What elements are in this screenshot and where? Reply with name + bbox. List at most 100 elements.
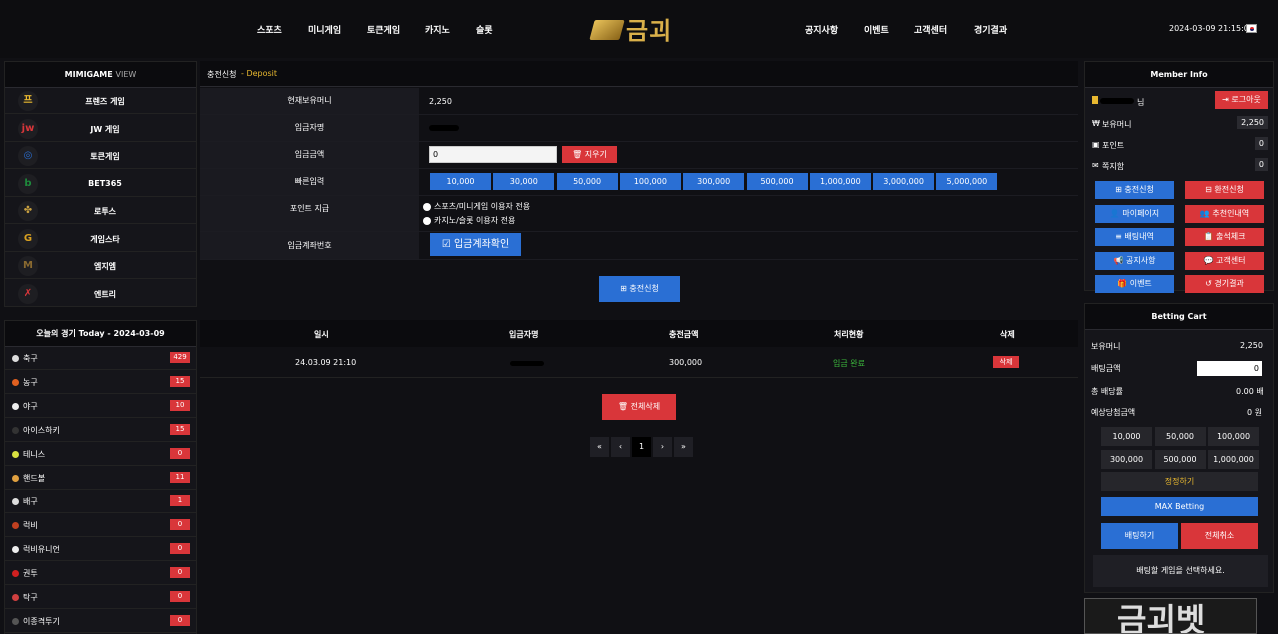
cart-amount-button[interactable]: 10,000 (1101, 427, 1152, 446)
quick-amount-button[interactable]: 100,000 (619, 173, 681, 190)
member-notes-row[interactable]: ✉ 쪽지함 0 (1090, 158, 1270, 174)
member-button-2[interactable]: 👤 마이페이지 (1095, 204, 1174, 223)
point-option-casino[interactable]: 카지노/슬롯 이용자 전용 (423, 215, 515, 226)
sport-item-label: 축구 (23, 354, 38, 363)
cart-amount-button[interactable]: 1,000,000 (1208, 449, 1259, 469)
nav-casino[interactable]: 카지노 (425, 23, 450, 36)
sport-item-1[interactable]: 농구 15 (5, 371, 196, 394)
sport-item-3[interactable]: 아이스하키 15 (5, 419, 196, 442)
row-delete-button[interactable]: 삭제 (993, 356, 1019, 368)
sport-ball-icon (12, 402, 19, 410)
game-item-6[interactable]: M 엠지엠 (5, 253, 196, 279)
depositor-row: 입금자명 (200, 115, 1078, 142)
member-button-9[interactable]: ↺ 경기결과 (1185, 275, 1264, 293)
header-date: 일시 (314, 330, 329, 339)
korea-flag-icon[interactable] (1246, 24, 1257, 33)
cart-amount-button[interactable]: 50,000 (1154, 427, 1206, 446)
nav-sports[interactable]: 스포츠 (257, 23, 282, 36)
member-button-1[interactable]: ⊟ 환전신청 (1185, 181, 1264, 199)
nav-notice[interactable]: 공지사항 (805, 23, 838, 36)
quick-amount-button[interactable]: 10,000 (430, 173, 491, 190)
nav-slot[interactable]: 슬롯 (476, 23, 493, 36)
panel-title-suffix: VIEW (115, 70, 137, 79)
plus-square-icon: ⊞ (620, 284, 627, 293)
member-point-row: ▣ 포인트 0 (1090, 137, 1270, 153)
member-btn-icon-2: 👤 (1109, 208, 1123, 218)
nav-results[interactable]: 경기결과 (974, 23, 1007, 36)
sport-item-0[interactable]: 축구 429 (5, 347, 196, 370)
page-button-3[interactable]: › (653, 437, 672, 457)
game-item-label: 게임스타 (90, 234, 120, 244)
row-depositor-redacted (510, 361, 544, 366)
member-button-6[interactable]: 📢 공지사항 (1095, 251, 1174, 270)
sport-item-2[interactable]: 야구 10 (5, 395, 196, 418)
page-button-1[interactable]: ‹ (611, 437, 630, 457)
sport-item-label: 탁구 (23, 593, 38, 602)
sport-item-7[interactable]: 럭비 0 (5, 514, 196, 538)
member-button-5[interactable]: 📋 출석체크 (1185, 228, 1264, 246)
delete-all-button[interactable]: 🗑 전체삭제 (602, 394, 676, 420)
cancel-all-button[interactable]: 전체취소 (1181, 523, 1258, 549)
radio-icon[interactable] (423, 202, 431, 211)
game-item-2[interactable]: ◎ 토큰게임 (5, 143, 196, 169)
sport-item-label: 농구 (23, 377, 38, 387)
game-item-label: 엠지엠 (93, 262, 117, 271)
game-item-3[interactable]: b BET365 (5, 171, 196, 197)
game-item-5[interactable]: G 게임스타 (5, 226, 196, 252)
place-bet-button[interactable]: 배팅하기 (1101, 523, 1178, 549)
logout-button[interactable]: ⇥ 로그아웃 (1215, 91, 1268, 109)
max-betting-button[interactable]: MAX Betting (1101, 497, 1258, 516)
member-button-8[interactable]: 🎁 이벤트 (1095, 275, 1174, 293)
nav-token-game[interactable]: 토큰게임 (367, 23, 400, 36)
sport-item-4[interactable]: 테니스 0 (5, 443, 196, 466)
quick-amount-button[interactable]: 50,000 (556, 173, 618, 190)
radio-icon[interactable] (423, 216, 431, 225)
clear-button[interactable]: 🗑 지우기 (562, 146, 617, 163)
promo-banner[interactable]: 금괴벳 (1084, 598, 1257, 634)
member-button-4[interactable]: ≡ 배팅내역 (1095, 228, 1174, 246)
sport-item-9[interactable]: 권투 0 (5, 562, 196, 586)
quick-amount-button[interactable]: 3,000,000 (873, 173, 935, 190)
breadcrumb-sub: - Deposit (241, 69, 278, 78)
balance-value: 2,250 (429, 97, 452, 106)
quick-amount-button[interactable]: 300,000 (683, 173, 745, 190)
game-item-1[interactable]: jw JW 게임 (5, 116, 196, 142)
nav-customer-center[interactable]: 고객센터 (914, 23, 947, 36)
cart-reset-button[interactable]: 정정하기 (1101, 472, 1258, 491)
game-item-4[interactable]: ✤ 로투스 (5, 198, 196, 224)
account-check-button[interactable]: ☑ 입금계좌확인 (430, 233, 521, 256)
submit-deposit-button[interactable]: ⊞ 충전신청 (599, 276, 680, 302)
sport-item-label: 이종격투기 (23, 616, 60, 626)
sport-item-5[interactable]: 핸드볼 11 (5, 467, 196, 490)
point-option-sports[interactable]: 스포츠/미니게임 이용자 전용 (423, 201, 530, 212)
nav-event[interactable]: 이벤트 (864, 23, 889, 36)
cart-amount-button[interactable]: 300,000 (1101, 449, 1152, 469)
sport-item-6[interactable]: 배구 1 (5, 490, 196, 514)
amount-label: 입금금액 (200, 142, 419, 168)
site-logo[interactable]: 금괴 (589, 12, 692, 45)
page-button-2[interactable]: 1 (632, 437, 651, 457)
cart-amount-button[interactable]: 500,000 (1154, 449, 1206, 469)
nav-minigame[interactable]: 미니게임 (308, 23, 341, 36)
game-item-7[interactable]: ✗ 엔트리 (5, 281, 196, 307)
sport-item-11[interactable]: 이종격투기 0 (5, 610, 196, 633)
quick-amount-button[interactable]: 30,000 (493, 173, 555, 190)
member-notes-label: 쪽지함 (1102, 162, 1125, 171)
member-button-7[interactable]: 💬 고객센터 (1185, 251, 1264, 270)
sport-ball-icon (12, 594, 19, 601)
sport-item-10[interactable]: 탁구 0 (5, 586, 196, 609)
sport-item-8[interactable]: 럭비유니언 0 (5, 538, 196, 562)
sport-count-badge: 15 (170, 423, 190, 435)
amount-input[interactable] (429, 146, 557, 163)
member-button-0[interactable]: ⊞ 충전신청 (1095, 181, 1174, 199)
cart-bet-input[interactable] (1197, 361, 1262, 376)
quick-amount-button[interactable]: 5,000,000 (936, 173, 998, 190)
sport-count-badge: 0 (170, 567, 190, 579)
quick-amount-button[interactable]: 1,000,000 (809, 173, 871, 190)
page-button-0[interactable]: « (590, 437, 609, 457)
page-button-4[interactable]: » (674, 437, 693, 457)
member-button-3[interactable]: 👥 추천인내역 (1185, 204, 1264, 223)
quick-amount-button[interactable]: 500,000 (746, 173, 808, 190)
game-item-0[interactable]: 프 프렌즈 게임 (5, 88, 196, 114)
cart-amount-button[interactable]: 100,000 (1208, 427, 1259, 446)
